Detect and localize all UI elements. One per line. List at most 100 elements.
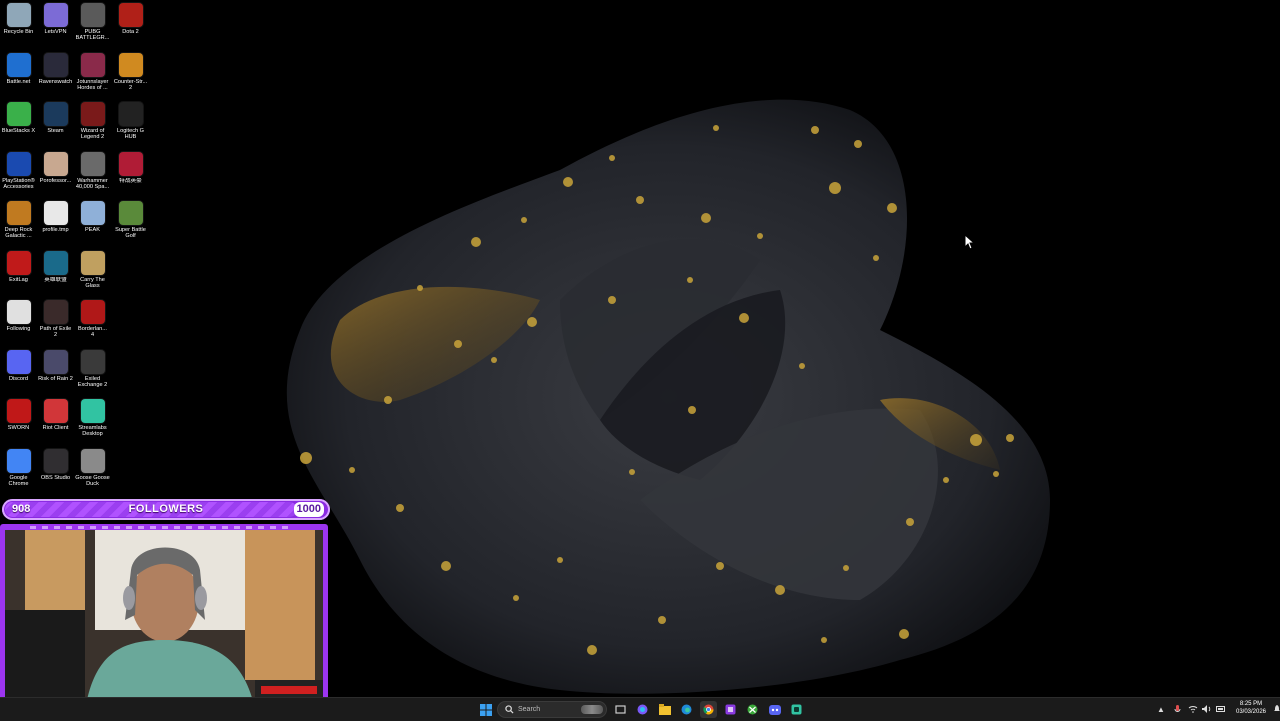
file-icon xyxy=(43,201,68,225)
warhammer-icon xyxy=(80,151,105,176)
desktop-icon[interactable]: BlueStacks X xyxy=(0,99,37,147)
desktop-icon[interactable]: Riot Client xyxy=(37,396,74,444)
microphone-icon[interactable] xyxy=(1172,704,1182,714)
path-of-exile-icon xyxy=(43,300,68,324)
desktop-icon-label: Risk of Rain 2 xyxy=(38,375,73,382)
desktop-icon-label: Dota 2 xyxy=(122,29,139,35)
chrome-button[interactable] xyxy=(700,701,717,718)
desktop-icon[interactable]: PEAK xyxy=(74,198,111,246)
desktop-icon[interactable]: ExitLag xyxy=(0,248,37,296)
desktop-icon[interactable]: Goose Goose Duck xyxy=(74,446,111,494)
ravenswatch-icon xyxy=(43,52,68,77)
desktop-icon[interactable]: PlayStation® Accessories xyxy=(0,149,37,197)
desktop-icon[interactable]: Path of Exile 2 xyxy=(37,297,74,345)
desktop-icon[interactable]: SWORN xyxy=(0,396,37,444)
desktop-icon[interactable]: Google Chrome xyxy=(0,446,37,494)
dota-icon xyxy=(118,3,143,27)
desktop-icon-label: Super Battle Golf xyxy=(115,227,146,240)
desktop-icon-label: Streamlabs Desktop xyxy=(78,425,107,438)
porofessor-icon xyxy=(43,151,68,176)
desktop-icon[interactable]: LetsVPN xyxy=(37,0,74,48)
desktop-icon-label: Logitech G HUB xyxy=(116,128,145,141)
desktop-icon[interactable]: Carry The Glass xyxy=(74,248,111,296)
desktop-icon-label: Wizard of Legend 2 xyxy=(80,128,105,141)
taskbar: Search ▲ 8:25 PM 03/03/2026 xyxy=(0,697,1280,721)
webcam-video xyxy=(5,530,323,710)
desktop-icon[interactable]: Ravenswatch xyxy=(37,50,74,98)
steam-icon xyxy=(43,102,68,126)
taskbar-clock[interactable]: 8:25 PM 03/03/2026 xyxy=(1226,700,1276,716)
bluestacks-icon xyxy=(6,102,31,126)
discord-button[interactable] xyxy=(766,701,783,718)
desktop-icon-label: PUBG BATTLEGR... xyxy=(75,29,110,42)
taskbar-search[interactable]: Search xyxy=(497,701,607,718)
desktop-icon[interactable]: Wizard of Legend 2 xyxy=(74,99,111,147)
desktop-icon-label: Carry The Glass xyxy=(80,276,105,289)
vpn-icon xyxy=(43,3,68,27)
desktop-icon-label: Jotunnslayer Hordes of ... xyxy=(76,78,109,91)
desktop-icon-label: 特战英豪 xyxy=(119,177,142,184)
desktop-icon[interactable]: Warhammer 40,000 Spa... xyxy=(74,149,111,197)
discord-icon xyxy=(768,704,781,715)
desktop-icon-label: LetsVPN xyxy=(44,29,67,35)
desktop-icon[interactable]: OBS Studio xyxy=(37,446,74,494)
desktop-icon[interactable]: Dota 2 xyxy=(112,0,149,48)
pubg-icon xyxy=(80,3,105,27)
search-icon xyxy=(505,705,514,714)
desktop-icon[interactable]: Borderlan... 4 xyxy=(74,297,111,345)
obs-icon xyxy=(43,448,68,473)
notification-icon[interactable] xyxy=(1272,704,1280,714)
desktop-icon[interactable]: Discord xyxy=(0,347,37,395)
xbox-button[interactable] xyxy=(744,701,761,718)
desktop-icon[interactable]: Risk of Rain 2 xyxy=(37,347,74,395)
xbox-icon xyxy=(747,704,758,715)
task-view-icon xyxy=(615,705,626,714)
desktop-icon[interactable]: Porofessor... xyxy=(37,149,74,197)
desktop-icon-label: Steam xyxy=(47,128,64,134)
webcam-frame xyxy=(0,524,328,716)
desktop-icon[interactable]: Recycle Bin xyxy=(0,0,37,48)
carry-glass-icon xyxy=(80,250,105,275)
desktop-icon[interactable]: Counter-Str... 2 xyxy=(112,50,149,98)
desktop-icon[interactable]: Logitech G HUB xyxy=(112,99,149,147)
risk-of-rain-icon xyxy=(43,349,68,374)
desktop-icon[interactable]: Steam xyxy=(37,99,74,147)
mouse-cursor xyxy=(964,234,976,250)
start-button[interactable] xyxy=(477,701,494,718)
task-view-button[interactable] xyxy=(612,701,629,718)
desktop-icon[interactable]: Jotunnslayer Hordes of ... xyxy=(74,50,111,98)
chrome-following-icon xyxy=(6,300,31,324)
desktop-icon[interactable]: Following xyxy=(0,297,37,345)
copilot-button[interactable] xyxy=(634,701,651,718)
desktop-icon[interactable]: 特战英豪 xyxy=(112,149,149,197)
wifi-icon[interactable] xyxy=(1188,704,1198,714)
streamlabs-icon xyxy=(80,399,105,423)
deep-rock-icon xyxy=(6,201,31,225)
chrome-icon xyxy=(703,704,714,715)
peak-icon xyxy=(80,201,105,225)
exiled-exchange-icon xyxy=(80,349,105,374)
purple-app-button[interactable] xyxy=(722,701,739,718)
desktop-icon-label: Goose Goose Duck xyxy=(75,474,110,487)
desktop-icon[interactable]: profile.tmp xyxy=(37,198,74,246)
edge-button[interactable] xyxy=(678,701,695,718)
file-explorer-button[interactable] xyxy=(656,701,673,718)
battery-icon[interactable] xyxy=(1216,704,1226,714)
desktop-icon[interactable]: Deep Rock Galactic ... xyxy=(0,198,37,246)
streamlabs-icon xyxy=(791,704,802,715)
desktop-icon[interactable]: Battle.net xyxy=(0,50,37,98)
desktop-icon[interactable]: Super Battle Golf xyxy=(112,198,149,246)
desktop-icon-label: PEAK xyxy=(85,227,100,233)
league-icon xyxy=(43,250,68,275)
desktop-icon[interactable]: 英雄联盟 xyxy=(37,248,74,296)
app-purple-icon xyxy=(725,704,736,715)
chevron-up-icon[interactable]: ▲ xyxy=(1156,704,1166,714)
wizard-of-legend-icon xyxy=(80,102,105,126)
desktop-icon[interactable]: Exiled Exchange 2 xyxy=(74,347,111,395)
desktop-icon[interactable]: Streamlabs Desktop xyxy=(74,396,111,444)
copilot-icon xyxy=(637,704,648,715)
desktop-icon[interactable]: PUBG BATTLEGR... xyxy=(74,0,111,48)
volume-icon[interactable] xyxy=(1202,704,1212,714)
streamlabs-button[interactable] xyxy=(788,701,805,718)
battlenet-icon xyxy=(6,52,31,77)
